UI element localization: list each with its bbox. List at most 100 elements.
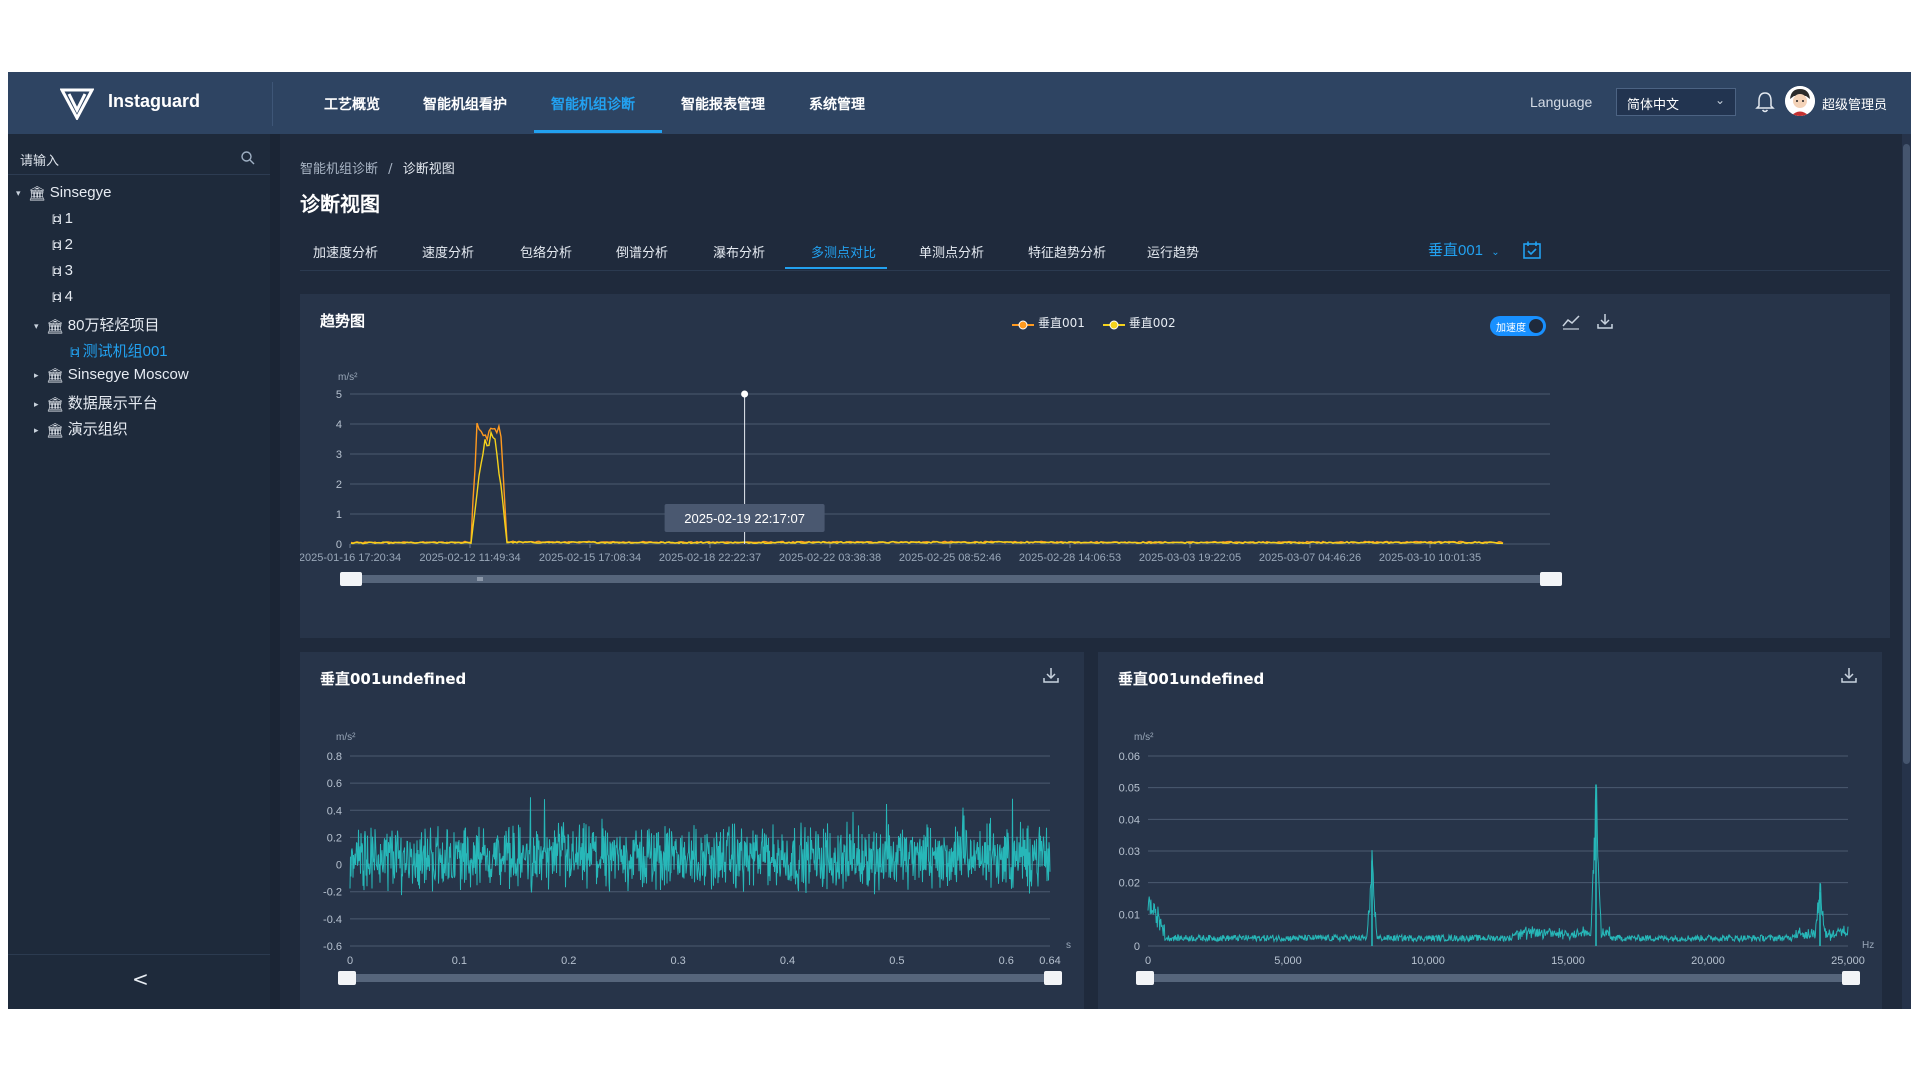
nav-item-process-overview[interactable]: 工艺概览 — [324, 94, 380, 114]
search-icon[interactable] — [240, 150, 256, 166]
tree-node-data-platform[interactable]: ▸ 🏛 数据展示平台 — [34, 392, 158, 416]
language-select[interactable]: 简体中文 ⌄ — [1616, 88, 1736, 116]
zoom-slider-handle-right — [1044, 971, 1062, 985]
caret-down-icon[interactable]: ▾ — [34, 321, 46, 332]
breadcrumb-parent[interactable]: 智能机组诊断 — [300, 162, 378, 177]
app-window: Instaguard 工艺概览 智能机组看护 智能机组诊断 智能报表管理 系统管… — [8, 72, 1911, 1009]
y-tick-label: 1 — [336, 509, 342, 521]
calendar-icon[interactable] — [1522, 240, 1542, 260]
x-tick-label: 0.64 — [1039, 955, 1060, 967]
y-tick-label: 0.03 — [1119, 846, 1140, 858]
zoom-slider-handle-left — [338, 971, 356, 985]
caret-right-icon[interactable]: ▸ — [34, 399, 46, 410]
avatar[interactable] — [1785, 86, 1815, 116]
zoom-slider-track — [1138, 974, 1858, 982]
tree-node-demo-org[interactable]: ▸ 🏛 演示组织 — [34, 418, 128, 442]
caret-right-icon[interactable]: ▸ — [34, 370, 46, 381]
nav-item-unit-diagnosis[interactable]: 智能机组诊断 — [551, 94, 635, 114]
scrollbar-thumb[interactable] — [1903, 144, 1910, 764]
tree-node-machine-1[interactable]: [◘] 1 — [52, 210, 73, 234]
x-tick-label: 0.4 — [780, 955, 795, 967]
bell-icon[interactable] — [1754, 90, 1776, 114]
x-tick-label: 15,000 — [1551, 955, 1585, 967]
caret-right-icon[interactable]: ▸ — [34, 425, 46, 436]
y-tick-label: 0 — [1134, 941, 1140, 953]
tab-single-point[interactable]: 单测点分析 — [919, 242, 984, 261]
zoom-slider-handle-right — [1842, 971, 1860, 985]
chevron-down-icon: ⌄ — [1491, 247, 1500, 258]
username[interactable]: 超级管理员 — [1822, 94, 1887, 113]
tree-node-project[interactable]: ▾ 🏛 80万轻烃项目 — [34, 314, 159, 338]
x-tick-label: 10,000 — [1411, 955, 1445, 967]
brand-logo — [60, 88, 94, 120]
y-tick-label: -0.4 — [323, 914, 342, 926]
y-tick-label: 0.05 — [1119, 783, 1140, 795]
tab-acceleration[interactable]: 加速度分析 — [313, 242, 378, 261]
tab-multi-point[interactable]: 多测点对比 — [811, 242, 876, 261]
tooltip-text: 2025-02-19 22:17:07 — [684, 511, 805, 526]
caret-down-icon[interactable]: ▾ — [16, 188, 28, 199]
x-tick-label: 0 — [347, 955, 353, 967]
y-tick-label: 4 — [336, 419, 342, 431]
y-tick-label: 3 — [336, 449, 342, 461]
tab-run-trend[interactable]: 运行趋势 — [1147, 242, 1199, 261]
y-tick-label: 0.01 — [1119, 909, 1140, 921]
waveform-chart[interactable]: m/s² 0.8 0.6 0.4 0.2 0 -0.2 -0.4 -0.6 0 0.1 0.2 0.3 0… — [300, 652, 1084, 1009]
x-tick-label: 0.1 — [452, 955, 467, 967]
x-tick-label: 5,000 — [1274, 955, 1302, 967]
tree-node-machine-2[interactable]: [◘] 2 — [52, 236, 73, 260]
measure-point-select[interactable]: 垂直001 ⌄ — [1428, 239, 1500, 260]
spectrum-chart[interactable]: m/s² 0.06 0.05 0.04 0.03 0.02 0.01 00 5,000 10,00… — [1098, 652, 1882, 1009]
machine-icon: [◘] — [52, 291, 62, 303]
y-tick-label: 0.8 — [327, 751, 342, 763]
chevron-down-icon: ⌄ — [1714, 93, 1725, 107]
trend-card: 趋势图 垂直001 垂直002 加速度 m/s² 0 1 2 3 4 5 202… — [300, 294, 1890, 638]
top-bar: Instaguard 工艺概览 智能机组看护 智能机组诊断 智能报表管理 系统管… — [8, 72, 1911, 134]
x-tick-label: 2025-01-16 17:20:34 — [300, 552, 401, 564]
y-tick-label: 0.04 — [1119, 814, 1140, 826]
bank-icon: 🏛 — [46, 395, 64, 412]
y-unit-label: m/s² — [338, 372, 358, 383]
sidebar-resizer[interactable] — [270, 134, 280, 1009]
bank-icon: 🏛 — [28, 184, 46, 201]
y-tick-label: 5 — [336, 389, 342, 401]
nav-item-system-management[interactable]: 系统管理 — [809, 94, 865, 114]
trend-chart[interactable]: m/s² 0 1 2 3 4 5 2025-01-16 17:20:34 2025-02-12 … — [300, 294, 1890, 638]
machine-icon: [◘] — [70, 346, 80, 358]
tree-search[interactable]: 请输入 — [8, 142, 270, 175]
tree-node-machine-4[interactable]: [◘] 4 — [52, 288, 73, 312]
tree-node-test-unit[interactable]: [◘] 测试机组001 — [70, 340, 168, 364]
tab-velocity[interactable]: 速度分析 — [422, 242, 474, 261]
series-line-1 — [350, 422, 1504, 544]
bank-icon: 🏛 — [46, 421, 64, 438]
tab-envelope[interactable]: 包络分析 — [520, 242, 572, 261]
x-tick-label: 2025-02-12 11:49:34 — [419, 552, 520, 564]
nav-item-unit-care[interactable]: 智能机组看护 — [423, 94, 507, 114]
tree-node-moscow[interactable]: ▸ 🏛 Sinsegye Moscow — [34, 366, 189, 390]
language-value: 简体中文 — [1627, 98, 1680, 113]
tab-active-indicator — [785, 267, 887, 269]
breadcrumb-current: 诊断视图 — [402, 162, 455, 177]
x-tick-label: 2025-02-28 14:06:53 — [1019, 552, 1121, 564]
tree-node-sinsegye[interactable]: ▾ 🏛 Sinsegye — [16, 184, 112, 208]
tab-cepstrum[interactable]: 倒谱分析 — [616, 242, 668, 261]
tab-waterfall[interactable]: 瀑布分析 — [713, 242, 765, 261]
x-tick-label: 25,000 — [1831, 955, 1865, 967]
tab-feature-trend[interactable]: 特征趋势分析 — [1028, 242, 1106, 261]
y-tick-label: 0 — [336, 539, 342, 551]
nav-item-report-management[interactable]: 智能报表管理 — [681, 94, 765, 114]
tree-node-machine-3[interactable]: [◘] 3 — [52, 262, 73, 286]
language-label: Language — [1530, 94, 1593, 110]
y-tick-label: 0.02 — [1119, 878, 1140, 890]
machine-icon: [◘] — [52, 239, 62, 251]
y-tick-label: -0.6 — [323, 941, 342, 953]
machine-icon: [◘] — [52, 265, 62, 277]
zoom-slider-handle-left — [340, 572, 362, 586]
x-tick-label: 2025-02-25 08:52:46 — [899, 552, 1001, 564]
search-input[interactable]: 请输入 — [20, 150, 59, 169]
x-unit-label: s — [1066, 940, 1071, 951]
x-tick-label: 20,000 — [1691, 955, 1725, 967]
y-tick-label: 0.06 — [1119, 751, 1140, 763]
collapse-sidebar-button[interactable]: < — [132, 967, 149, 991]
main-scrollbar[interactable] — [1902, 134, 1911, 1009]
